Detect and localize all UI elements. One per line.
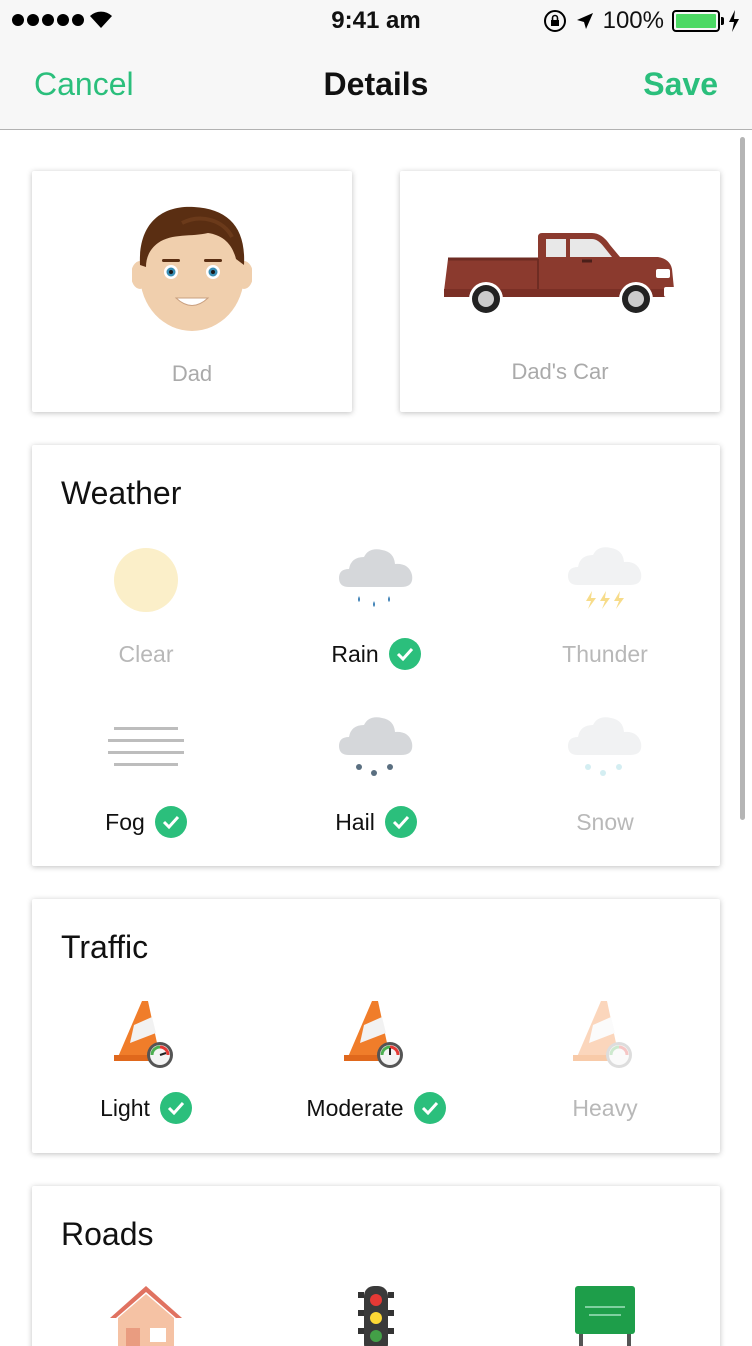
profile-label: Dad's Car bbox=[511, 359, 609, 384]
scrollbar[interactable] bbox=[740, 137, 745, 820]
profile-label: Dad bbox=[171, 361, 213, 386]
traffic-cone-moderate-icon bbox=[344, 1001, 403, 1068]
option-label: Heavy bbox=[572, 1094, 638, 1121]
option-label: Rain bbox=[331, 640, 379, 667]
traffic-light-icon bbox=[358, 1286, 394, 1346]
roads-option-highway[interactable] bbox=[491, 1284, 719, 1346]
option-label: Thunder bbox=[562, 640, 648, 667]
section-title: Weather bbox=[61, 475, 182, 511]
nav-bar: Cancel Details Save bbox=[0, 40, 752, 130]
checkmark-icon bbox=[388, 638, 421, 670]
battery-percent: 100% bbox=[602, 7, 664, 34]
traffic-option-moderate[interactable]: Moderate bbox=[262, 997, 490, 1137]
status-bar: 9:41 am 100% bbox=[0, 0, 752, 40]
profile-card-person[interactable]: Dad bbox=[32, 171, 352, 412]
checkmark-icon bbox=[154, 806, 187, 838]
save-button[interactable]: Save bbox=[643, 66, 718, 103]
weather-option-fog[interactable]: Fog bbox=[32, 713, 260, 843]
sun-icon bbox=[114, 548, 178, 612]
roads-card: Roads bbox=[32, 1186, 720, 1346]
option-label: Moderate bbox=[306, 1094, 404, 1121]
option-label: Hail bbox=[335, 808, 375, 835]
highway-sign-icon bbox=[575, 1286, 635, 1346]
option-label: Light bbox=[100, 1094, 150, 1121]
traffic-option-heavy[interactable]: Heavy bbox=[491, 997, 719, 1137]
weather-option-snow[interactable]: Snow bbox=[491, 713, 719, 843]
weather-option-thunder[interactable]: Thunder bbox=[491, 543, 719, 673]
traffic-card: Traffic Light Moderate Heavy bbox=[32, 899, 720, 1153]
charging-bolt-icon bbox=[729, 10, 739, 32]
weather-option-clear[interactable]: Clear bbox=[32, 543, 260, 673]
option-label: Snow bbox=[576, 808, 634, 835]
weather-card: Weather Clear Rain Thunder Fog Hail Snow bbox=[32, 445, 720, 866]
checkmark-icon bbox=[413, 1092, 446, 1124]
location-arrow-icon bbox=[576, 13, 593, 29]
hail-cloud-icon bbox=[339, 717, 413, 776]
section-title: Roads bbox=[61, 1216, 154, 1252]
option-label: Clear bbox=[118, 640, 174, 667]
thunder-cloud-icon bbox=[568, 547, 642, 609]
fog-icon bbox=[108, 727, 184, 766]
page-title: Details bbox=[323, 66, 429, 102]
rain-cloud-icon bbox=[339, 549, 413, 607]
battery-icon bbox=[672, 10, 724, 32]
section-title: Traffic bbox=[61, 929, 149, 965]
man-face-icon bbox=[132, 206, 252, 331]
checkmark-icon bbox=[384, 806, 417, 838]
traffic-option-light[interactable]: Light bbox=[32, 997, 260, 1137]
traffic-cone-light-icon bbox=[114, 1001, 173, 1068]
house-icon bbox=[110, 1286, 182, 1346]
profile-card-vehicle[interactable]: Dad's Car bbox=[400, 171, 720, 412]
traffic-cone-heavy-icon bbox=[573, 1001, 632, 1068]
roads-option-residential[interactable] bbox=[32, 1284, 260, 1346]
checkmark-icon bbox=[159, 1092, 192, 1124]
option-label: Fog bbox=[105, 808, 145, 835]
pickup-truck-icon bbox=[444, 233, 676, 316]
rotation-lock-icon bbox=[543, 10, 566, 32]
roads-option-city[interactable] bbox=[262, 1284, 490, 1346]
snow-cloud-icon bbox=[568, 717, 642, 776]
weather-option-rain[interactable]: Rain bbox=[262, 543, 490, 673]
weather-option-hail[interactable]: Hail bbox=[262, 713, 490, 843]
